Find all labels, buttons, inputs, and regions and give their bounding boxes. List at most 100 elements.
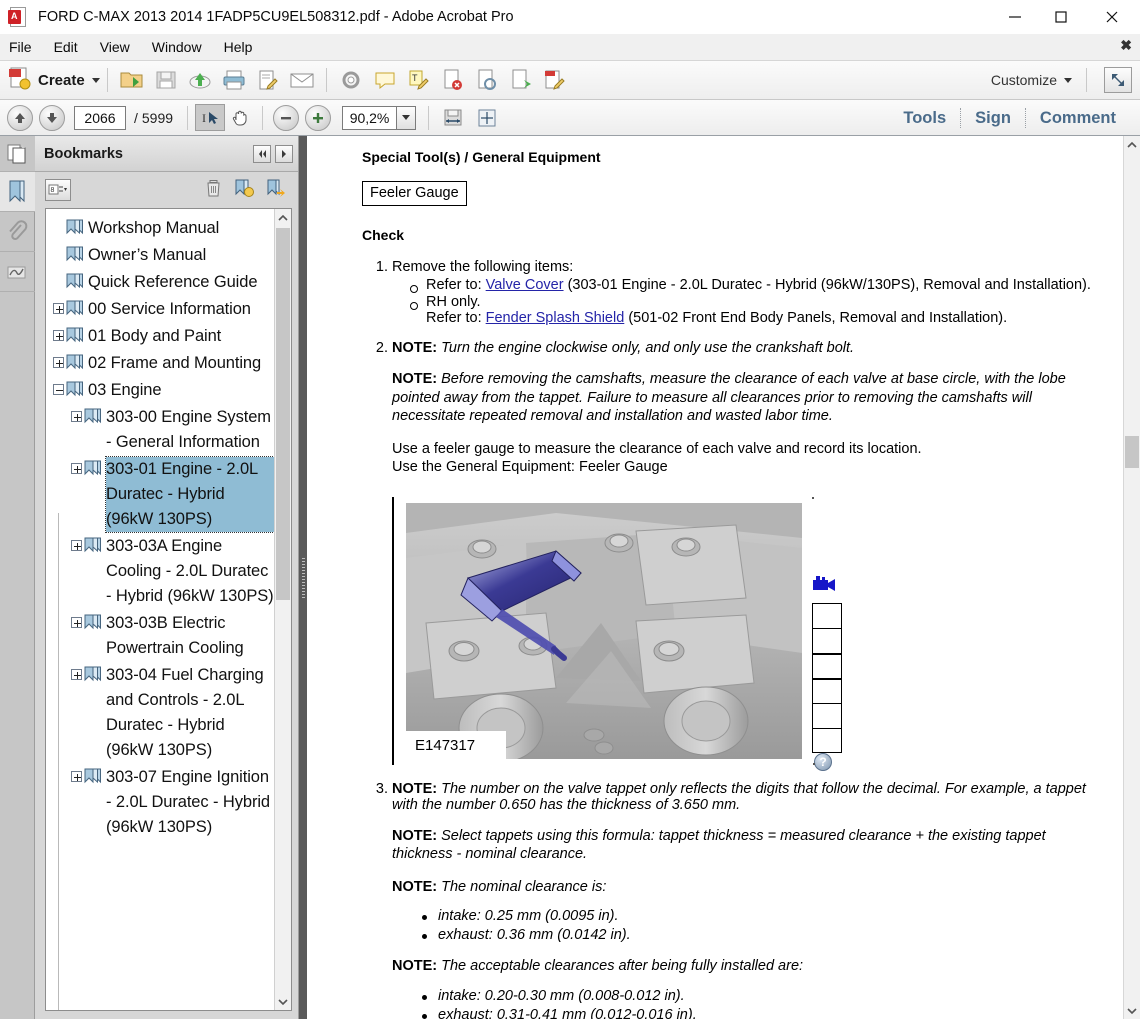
document-scrollbar[interactable] bbox=[1123, 136, 1140, 1019]
comment-bubble-icon[interactable] bbox=[370, 65, 400, 95]
chevron-down-icon[interactable] bbox=[1124, 1002, 1140, 1019]
email-icon[interactable] bbox=[287, 65, 317, 95]
bookmark-label[interactable]: 303-04 Fuel Charging and Controls - 2.0L… bbox=[106, 663, 274, 763]
bookmark-label[interactable]: 303-03B Electric Powertrain Cooling bbox=[106, 611, 274, 661]
extract-page-icon[interactable] bbox=[472, 65, 502, 95]
expand-plus-icon[interactable] bbox=[70, 616, 83, 629]
bookmarks-scroll-thumb[interactable] bbox=[276, 228, 290, 600]
bookmark-item[interactable]: 303-03A Engine Cooling - 2.0L Duratec - … bbox=[46, 533, 274, 610]
bookmark-item[interactable]: 00 Service Information bbox=[46, 296, 274, 323]
panel-splitter[interactable] bbox=[299, 136, 307, 1019]
bookmark-item[interactable]: Owner’s Manual bbox=[46, 242, 274, 269]
bookmark-item[interactable]: 303-00 Engine System - General Informati… bbox=[46, 404, 274, 456]
minimize-icon[interactable] bbox=[992, 0, 1038, 34]
bookmark-item[interactable]: Quick Reference Guide bbox=[46, 269, 274, 296]
bookmark-label[interactable]: Workshop Manual bbox=[88, 216, 219, 241]
bookmark-item[interactable]: 303-07 Engine Ignition - 2.0L Duratec - … bbox=[46, 764, 274, 841]
fullscreen-icon[interactable] bbox=[1104, 67, 1132, 93]
arrow-up-icon[interactable] bbox=[7, 104, 33, 131]
edit-page-icon[interactable] bbox=[540, 65, 570, 95]
menu-edit[interactable]: Edit bbox=[43, 34, 89, 61]
bookmark-item[interactable]: 303-01 Engine - 2.0L Duratec - Hybrid (9… bbox=[46, 456, 274, 533]
upload-cloud-icon[interactable] bbox=[185, 65, 215, 95]
bookmarks-list[interactable]: Workshop Manual Owner’s Manual Quick Refer… bbox=[46, 209, 274, 1010]
bookmark-label[interactable]: 303-03A Engine Cooling - 2.0L Duratec - … bbox=[106, 534, 274, 609]
bookmark-item[interactable]: 03 Engine bbox=[46, 377, 274, 404]
create-pdf-button[interactable]: Create bbox=[6, 65, 100, 96]
page-number-input[interactable]: 2066 bbox=[74, 105, 126, 130]
bookmark-label[interactable]: 02 Frame and Mounting bbox=[88, 351, 261, 376]
fit-page-icon[interactable] bbox=[472, 103, 502, 133]
bookmark-label[interactable]: 00 Service Information bbox=[88, 297, 251, 322]
bookmark-label[interactable]: 303-01 Engine - 2.0L Duratec - Hybrid (9… bbox=[105, 456, 274, 533]
fit-width-icon[interactable] bbox=[438, 103, 468, 133]
save-icon[interactable] bbox=[151, 65, 181, 95]
open-folder-icon[interactable] bbox=[117, 65, 147, 95]
menu-view[interactable]: View bbox=[89, 34, 141, 61]
sign-form-icon[interactable] bbox=[253, 65, 283, 95]
bookmark-label[interactable]: 03 Engine bbox=[88, 378, 162, 403]
document-scroll-thumb[interactable] bbox=[1125, 436, 1139, 468]
menu-help[interactable]: Help bbox=[213, 34, 264, 61]
expand-plus-icon[interactable] bbox=[70, 668, 83, 681]
bookmark-label[interactable]: 303-00 Engine System - General Informati… bbox=[106, 405, 274, 455]
close-icon[interactable] bbox=[1084, 0, 1140, 34]
chevron-down-icon[interactable] bbox=[91, 77, 100, 83]
bookmark-item[interactable]: 02 Frame and Mounting bbox=[46, 350, 274, 377]
maximize-icon[interactable] bbox=[1038, 0, 1084, 34]
expand-plus-icon[interactable] bbox=[70, 462, 83, 475]
sign-button[interactable]: Sign bbox=[961, 101, 1025, 135]
page-thumbnails-icon[interactable] bbox=[0, 136, 35, 172]
attachments-icon[interactable] bbox=[0, 212, 35, 252]
bookmarks-scrollbar[interactable] bbox=[274, 209, 291, 1010]
select-text-icon[interactable]: I bbox=[195, 104, 226, 131]
bookmark-item[interactable]: 303-04 Fuel Charging and Controls - 2.0L… bbox=[46, 662, 274, 764]
bookmark-label[interactable]: Owner’s Manual bbox=[88, 243, 206, 268]
tools-button[interactable]: Tools bbox=[889, 101, 960, 135]
comment-button[interactable]: Comment bbox=[1026, 101, 1130, 135]
expand-plus-icon[interactable] bbox=[70, 410, 83, 423]
bookmarks-icon[interactable] bbox=[0, 172, 35, 212]
expand-plus-icon[interactable] bbox=[70, 539, 83, 552]
signatures-icon[interactable] bbox=[0, 252, 35, 292]
expand-plus-icon[interactable] bbox=[70, 770, 83, 783]
valve-cover-link[interactable]: Valve Cover bbox=[486, 277, 564, 293]
chevron-down-icon[interactable] bbox=[275, 993, 291, 1010]
trash-icon[interactable] bbox=[205, 179, 222, 202]
options-menu-icon[interactable]: 8 bbox=[45, 179, 71, 201]
close-document-icon[interactable]: ✖ bbox=[1120, 38, 1132, 52]
chevron-down-icon[interactable] bbox=[1064, 77, 1072, 83]
print-icon[interactable] bbox=[219, 65, 249, 95]
highlight-text-icon[interactable]: T bbox=[404, 65, 434, 95]
zoom-out-icon[interactable] bbox=[273, 104, 300, 131]
goto-bookmark-icon[interactable] bbox=[266, 178, 286, 203]
bookmark-item[interactable]: 01 Body and Paint bbox=[46, 323, 274, 350]
expand-panel-icon[interactable] bbox=[275, 144, 293, 163]
chevron-up-icon[interactable] bbox=[275, 209, 291, 226]
export-page-icon[interactable] bbox=[506, 65, 536, 95]
expand-plus-icon[interactable] bbox=[52, 329, 65, 342]
help-question-icon[interactable]: ? bbox=[814, 752, 832, 771]
bookmark-item[interactable]: Workshop Manual bbox=[46, 215, 274, 242]
bookmark-item[interactable]: 303-03B Electric Powertrain Cooling bbox=[46, 610, 274, 662]
video-camera-icon[interactable] bbox=[812, 575, 838, 599]
delete-page-icon[interactable] bbox=[438, 65, 468, 95]
bookmark-label[interactable]: Quick Reference Guide bbox=[88, 270, 258, 295]
menu-window[interactable]: Window bbox=[141, 34, 213, 61]
customize-label[interactable]: Customize bbox=[991, 72, 1057, 88]
expand-plus-icon[interactable] bbox=[52, 302, 65, 315]
chevron-up-icon[interactable] bbox=[1124, 136, 1140, 153]
zoom-level-input[interactable]: 90,2% bbox=[342, 105, 397, 130]
collapse-minus-icon[interactable] bbox=[52, 383, 65, 396]
zoom-in-icon[interactable] bbox=[305, 104, 332, 131]
menu-file[interactable]: File bbox=[0, 34, 43, 61]
arrow-down-icon[interactable] bbox=[39, 104, 65, 131]
bookmark-label[interactable]: 01 Body and Paint bbox=[88, 324, 221, 349]
hand-tool-icon[interactable] bbox=[225, 104, 255, 131]
bookmark-label[interactable]: 303-07 Engine Ignition - 2.0L Duratec - … bbox=[106, 765, 274, 840]
collapse-panel-icon[interactable] bbox=[253, 144, 271, 163]
fender-splash-shield-link[interactable]: Fender Splash Shield bbox=[486, 310, 625, 326]
expand-plus-icon[interactable] bbox=[52, 356, 65, 369]
new-bookmark-icon[interactable] bbox=[234, 178, 254, 203]
gear-icon[interactable] bbox=[336, 65, 366, 95]
